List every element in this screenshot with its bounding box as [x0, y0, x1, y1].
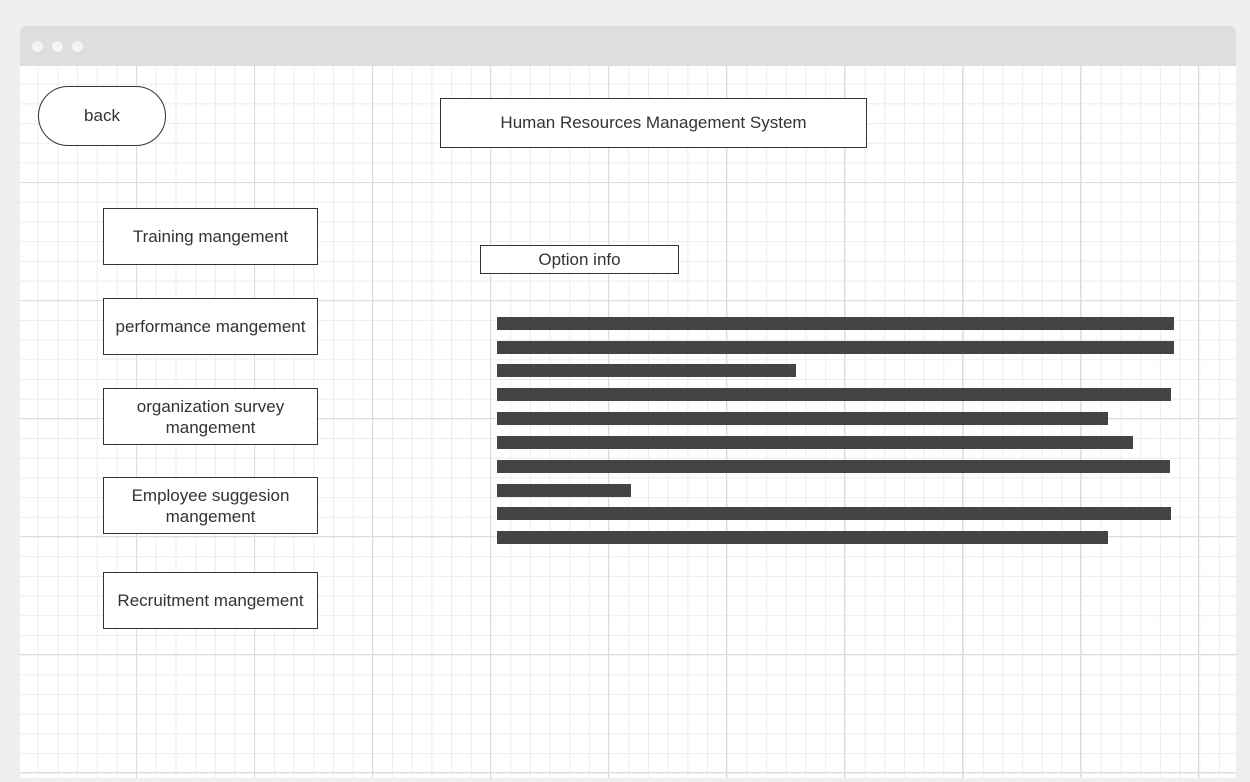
- wireframe-canvas: back Human Resources Management System T…: [20, 66, 1236, 778]
- sidebar-item-organization-survey[interactable]: organization survey mangement: [103, 388, 318, 445]
- window-control-dot[interactable]: [52, 41, 63, 52]
- placeholder-text-line: [497, 460, 1170, 473]
- page-title: Human Resources Management System: [440, 98, 867, 148]
- browser-window: back Human Resources Management System T…: [20, 26, 1236, 778]
- sidebar-item-recruitment[interactable]: Recruitment mangement: [103, 572, 318, 629]
- placeholder-text-line: [497, 531, 1108, 544]
- placeholder-text-line: [497, 364, 796, 377]
- placeholder-text-line: [497, 507, 1171, 520]
- window-control-dot[interactable]: [72, 41, 83, 52]
- sidebar-item-training[interactable]: Training mangement: [103, 208, 318, 265]
- placeholder-text-line: [497, 436, 1133, 449]
- option-info-heading: Option info: [480, 245, 679, 274]
- placeholder-text-line: [497, 412, 1108, 425]
- placeholder-text-line: [497, 317, 1174, 330]
- back-button[interactable]: back: [38, 86, 166, 146]
- placeholder-text-line: [497, 484, 631, 497]
- placeholder-text-line: [497, 341, 1174, 354]
- placeholder-text-line: [497, 388, 1171, 401]
- window-control-dot[interactable]: [32, 41, 43, 52]
- window-titlebar: [20, 26, 1236, 66]
- sidebar-item-performance[interactable]: performance mangement: [103, 298, 318, 355]
- sidebar-item-employee-suggestion[interactable]: Employee suggesion mangement: [103, 477, 318, 534]
